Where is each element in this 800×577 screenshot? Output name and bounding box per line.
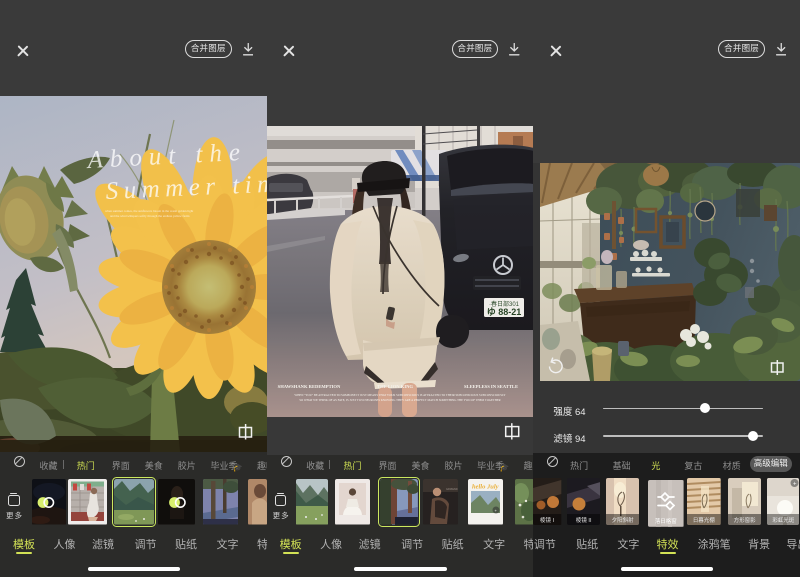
svg-text:THE LION KING: THE LION KING [377, 384, 413, 389]
svg-text:棱镜 I: 棱镜 I [540, 516, 554, 524]
svg-text:棱镜 II: 棱镜 II [576, 516, 592, 524]
svg-text:GFRIEND: GFRIEND [446, 487, 458, 491]
svg-text:落日格窗: 落日格窗 [655, 517, 677, 525]
svg-text:hello July: hello July [472, 484, 499, 491]
svg-text:夕阳斜射: 夕阳斜射 [612, 516, 634, 524]
svg-text:WHEN "YOU" BE ATTRACTED TO SOM: WHEN "YOU" BE ATTRACTED TO SOMEONE IT JU… [294, 393, 506, 397]
svg-text:+: + [793, 482, 797, 488]
svg-text:方形窗影: 方形窗影 [733, 516, 755, 524]
svg-text:SHAWSHANK REDEMPTION: SHAWSHANK REDEMPTION [277, 384, 340, 389]
svg-text:and the wind whispers softly t: and the wind whispers softly through the… [110, 214, 190, 218]
svg-text:日暮光棚: 日暮光棚 [693, 516, 715, 524]
svg-text:彩虹光斑: 彩虹光斑 [772, 516, 794, 524]
svg-text:SLEEPLESS IN SEATTLE: SLEEPLESS IN SEATTLE [464, 384, 518, 389]
